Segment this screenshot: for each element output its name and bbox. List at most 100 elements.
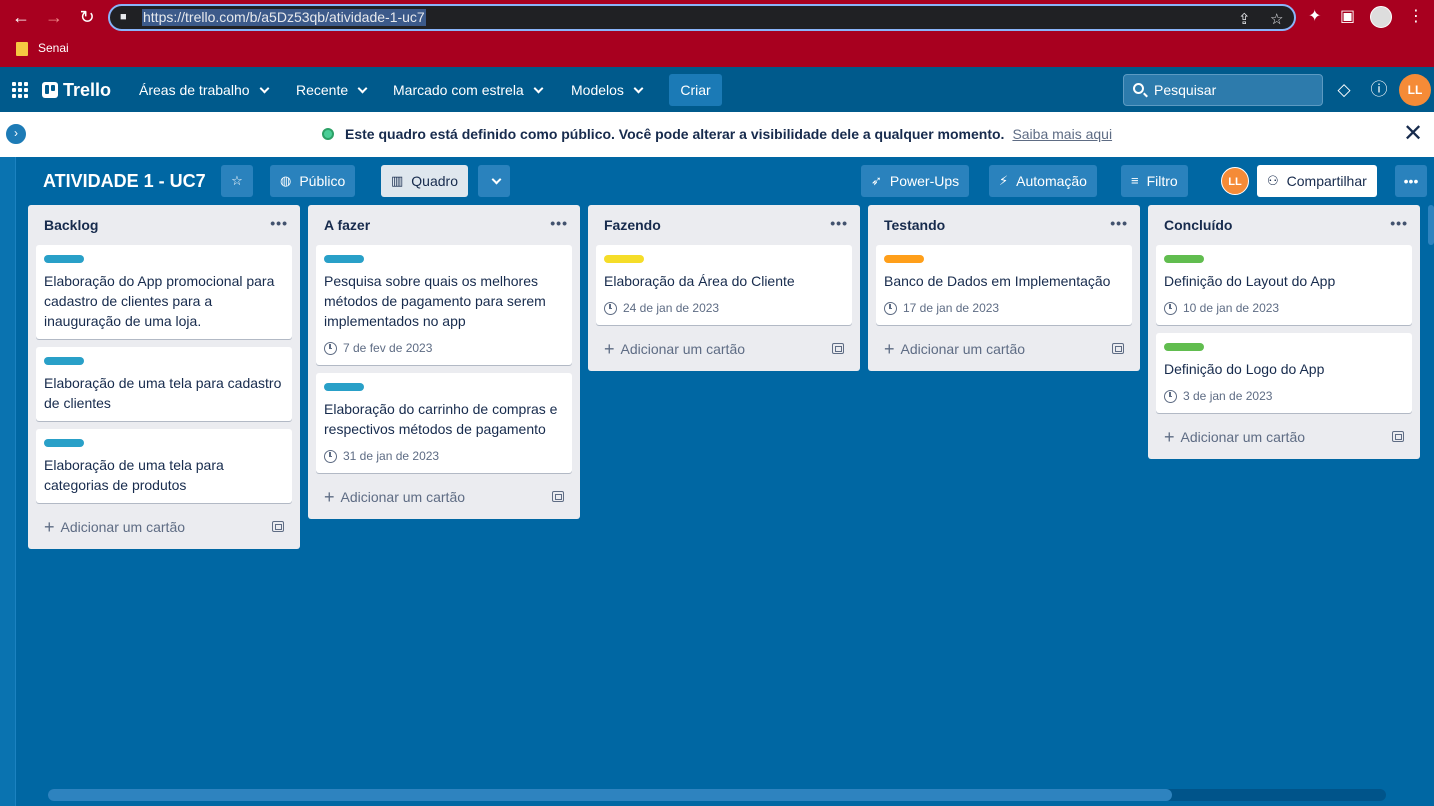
apps-icon[interactable] bbox=[12, 82, 28, 98]
list-title[interactable]: A fazer bbox=[324, 217, 370, 233]
view-switcher-button[interactable] bbox=[478, 165, 510, 197]
sidepanel-icon[interactable]: ▣ bbox=[1340, 6, 1355, 26]
card-template-icon[interactable] bbox=[1112, 343, 1124, 354]
list-menu-icon[interactable]: ••• bbox=[1110, 215, 1128, 231]
due-date-badge[interactable]: 24 de jan de 2023 bbox=[604, 299, 844, 317]
list-menu-icon[interactable]: ••• bbox=[1390, 215, 1408, 231]
card-template-icon[interactable] bbox=[832, 343, 844, 354]
list-header[interactable]: Testando ••• bbox=[868, 205, 1140, 245]
add-card-button[interactable]: + Adicionar um cartão bbox=[588, 331, 860, 367]
card-label[interactable] bbox=[44, 439, 84, 447]
profile-avatar[interactable] bbox=[1370, 6, 1392, 28]
powerups-button[interactable]: ➶ Power-Ups bbox=[861, 165, 970, 197]
list-title[interactable]: Testando bbox=[884, 217, 945, 233]
card[interactable]: Definição do Logo do App 3 de jan de 2023 bbox=[1156, 333, 1412, 413]
view-board-button[interactable]: ▥ Quadro bbox=[381, 165, 468, 197]
list[interactable]: Fazendo ••• Elaboração da Área do Cliente 2… bbox=[588, 205, 860, 371]
menu-starred[interactable]: Marcado com estrela bbox=[393, 79, 544, 101]
card-template-icon[interactable] bbox=[1392, 431, 1404, 442]
sidebar-expand-icon[interactable]: › bbox=[4, 122, 28, 146]
card[interactable]: Banco de Dados em Implementação 17 de jan… bbox=[876, 245, 1132, 325]
card-label[interactable] bbox=[44, 357, 84, 365]
create-button[interactable]: Criar bbox=[669, 74, 722, 106]
share-button[interactable]: ⚇ Compartilhar bbox=[1257, 165, 1377, 197]
list-title[interactable]: Backlog bbox=[44, 217, 98, 233]
card-label[interactable] bbox=[324, 255, 364, 263]
list-menu-icon[interactable]: ••• bbox=[830, 215, 848, 231]
card-template-icon[interactable] bbox=[552, 491, 564, 502]
clock-icon bbox=[324, 341, 337, 355]
board-title[interactable]: ATIVIDADE 1 - UC7 bbox=[35, 165, 214, 197]
list-menu-icon[interactable]: ••• bbox=[270, 215, 288, 231]
menu-recent[interactable]: Recente bbox=[296, 79, 368, 101]
clock-icon bbox=[1164, 389, 1177, 403]
filter-button[interactable]: ≡ Filtro bbox=[1121, 165, 1188, 197]
list[interactable]: Testando ••• Banco de Dados em Implementaç… bbox=[868, 205, 1140, 371]
learn-more-link[interactable]: Saiba mais aqui bbox=[1012, 126, 1112, 142]
visibility-button[interactable]: ◍ Público bbox=[270, 165, 356, 197]
due-date-badge[interactable]: 7 de fev de 2023 bbox=[324, 339, 564, 357]
list-header[interactable]: A fazer ••• bbox=[308, 205, 580, 245]
card[interactable]: Elaboração do carrinho de compras e resp… bbox=[316, 373, 572, 473]
horizontal-scrollbar-thumb[interactable] bbox=[48, 789, 1172, 801]
list-title[interactable]: Fazendo bbox=[604, 217, 661, 233]
automation-button[interactable]: ⚡ Automação bbox=[989, 165, 1097, 197]
card-label[interactable] bbox=[44, 255, 84, 263]
add-card-button[interactable]: + Adicionar um cartão bbox=[28, 509, 300, 545]
due-date-badge[interactable]: 17 de jan de 2023 bbox=[884, 299, 1124, 317]
card[interactable]: Definição do Layout do App 10 de jan de 2… bbox=[1156, 245, 1412, 325]
list[interactable]: Concluído ••• Definição do Layout do App 10… bbox=[1148, 205, 1420, 459]
sidebar-collapsed[interactable] bbox=[0, 157, 16, 806]
add-card-button[interactable]: + Adicionar um cartão bbox=[1148, 419, 1420, 455]
help-icon[interactable]: ⓘ bbox=[1368, 79, 1390, 101]
address-bar[interactable]: ■ https://trello.com/b/a5Dz53qb/atividad… bbox=[108, 4, 1296, 31]
url-text[interactable]: https://trello.com/b/a5Dz53qb/atividade-… bbox=[142, 9, 426, 26]
public-board-notice: Este quadro está definido como público. … bbox=[0, 112, 1434, 157]
card[interactable]: Pesquisa sobre quais os melhores métodos… bbox=[316, 245, 572, 365]
menu-templates[interactable]: Modelos bbox=[571, 79, 644, 101]
card[interactable]: Elaboração do App promocional para cadas… bbox=[36, 245, 292, 339]
card-label[interactable] bbox=[604, 255, 644, 263]
user-avatar[interactable]: LL bbox=[1399, 74, 1431, 106]
trello-logo[interactable]: Trello bbox=[42, 79, 111, 101]
due-date-badge[interactable]: 10 de jan de 2023 bbox=[1164, 299, 1404, 317]
search-input[interactable]: Pesquisar bbox=[1123, 74, 1323, 106]
card-label[interactable] bbox=[1164, 255, 1204, 263]
list-title[interactable]: Concluído bbox=[1164, 217, 1232, 233]
clock-icon bbox=[604, 301, 617, 315]
globe-icon bbox=[322, 128, 334, 140]
vertical-scrollbar[interactable] bbox=[1428, 205, 1434, 245]
menu-workspaces[interactable]: Áreas de trabalho bbox=[139, 79, 269, 101]
share-icon[interactable]: ⇪ bbox=[1238, 10, 1251, 28]
list[interactable]: Backlog ••• Elaboração do App promocional … bbox=[28, 205, 300, 549]
due-date-badge[interactable]: 31 de jan de 2023 bbox=[324, 447, 564, 465]
bookmark-senai[interactable]: Senai bbox=[38, 41, 69, 55]
notifications-icon[interactable]: ◇ bbox=[1333, 79, 1355, 101]
add-card-button[interactable]: + Adicionar um cartão bbox=[868, 331, 1140, 367]
star-board-button[interactable]: ☆ bbox=[221, 165, 253, 197]
card[interactable]: Elaboração da Área do Cliente 24 de jan d… bbox=[596, 245, 852, 325]
menu-icon[interactable]: ⋮ bbox=[1408, 6, 1424, 26]
close-icon[interactable]: ✕ bbox=[1403, 122, 1423, 146]
card-label[interactable] bbox=[1164, 343, 1204, 351]
forward-icon[interactable]: → bbox=[43, 6, 65, 28]
extensions-icon[interactable]: ✦ bbox=[1308, 6, 1321, 26]
star-icon[interactable]: ☆ bbox=[1270, 10, 1283, 28]
more-icon: ••• bbox=[1403, 173, 1419, 189]
list-header[interactable]: Concluído ••• bbox=[1148, 205, 1420, 245]
card-label[interactable] bbox=[884, 255, 924, 263]
card-template-icon[interactable] bbox=[272, 521, 284, 532]
board-member-avatar[interactable]: LL bbox=[1221, 167, 1249, 195]
list-menu-icon[interactable]: ••• bbox=[550, 215, 568, 231]
board-menu-button[interactable]: ••• bbox=[1395, 165, 1427, 197]
card[interactable]: Elaboração de uma tela para cadastro de … bbox=[36, 347, 292, 421]
list[interactable]: A fazer ••• Pesquisa sobre quais os melhor… bbox=[308, 205, 580, 519]
due-date-badge[interactable]: 3 de jan de 2023 bbox=[1164, 387, 1404, 405]
list-header[interactable]: Fazendo ••• bbox=[588, 205, 860, 245]
reload-icon[interactable]: ↻ bbox=[76, 6, 98, 28]
add-card-button[interactable]: + Adicionar um cartão bbox=[308, 479, 580, 515]
back-icon[interactable]: ← bbox=[10, 6, 32, 28]
card-label[interactable] bbox=[324, 383, 364, 391]
card[interactable]: Elaboração de uma tela para categorias d… bbox=[36, 429, 292, 503]
list-header[interactable]: Backlog ••• bbox=[28, 205, 300, 245]
